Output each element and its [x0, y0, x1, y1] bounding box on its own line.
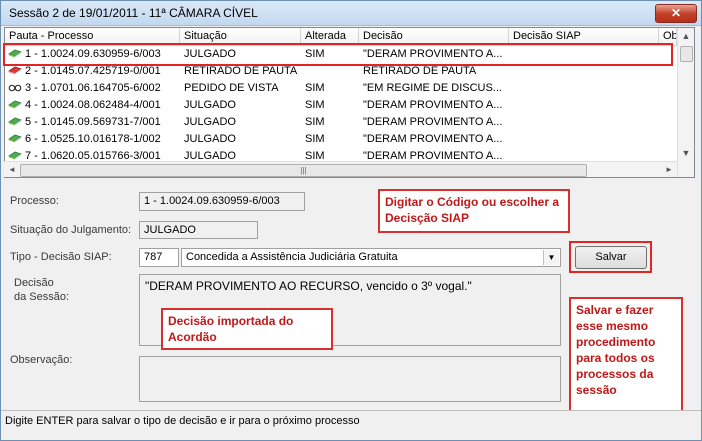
annotation-salvar: Salvar e fazer esse mesmo procedimento p…: [569, 297, 683, 417]
tipo-code-input[interactable]: 787: [139, 248, 179, 267]
close-button[interactable]: ✕: [655, 4, 697, 23]
table-row[interactable]: 6 - 1.0525.10.016178-1/002 JULGADO SIM "DER…: [5, 131, 677, 148]
table-row[interactable]: 5 - 1.0145.09.569731-7/001 JULGADO SIM "DER…: [5, 114, 677, 131]
tipo-decisao-value: Concedida a Assistência Judiciária Gratu…: [186, 251, 398, 263]
green-book-icon: [8, 149, 22, 160]
processo-text: 2 - 1.0145.07.425719-0/001: [25, 65, 161, 77]
green-book-icon: [8, 115, 22, 126]
cell-processo: 4 - 1.0024.08.062484-4/001: [5, 97, 180, 114]
cell-processo: 3 - 1.0701.06.164705-6/002: [5, 80, 180, 97]
cell-decisao: "DERAM PROVIMENTO A...: [363, 133, 503, 145]
cell-situacao: JULGADO: [184, 116, 236, 128]
cell-decisao: "DERAM PROVIMENTO A...: [363, 116, 503, 128]
observacao-memo[interactable]: [139, 356, 561, 402]
window-title: Sessão 2 de 19/01/2011 - 11ª CÂMARA CÍVE…: [9, 6, 258, 20]
table-row[interactable]: 3 - 1.0701.06.164705-6/002 PEDIDO DE VIST…: [5, 80, 677, 97]
cell-processo: 6 - 1.0525.10.016178-1/002: [5, 131, 180, 148]
processo-text: 4 - 1.0024.08.062484-4/001: [25, 99, 161, 111]
chevron-down-icon[interactable]: ▼: [543, 250, 559, 265]
tipo-decisao-select[interactable]: Concedida a Assistência Judiciária Gratu…: [181, 248, 561, 267]
annotation-codigo: Digitar o Código ou escolher a Decisção …: [378, 189, 570, 233]
cell-alterada: SIM: [305, 133, 325, 145]
cell-alterada: SIM: [305, 116, 325, 128]
title-bar: Sessão 2 de 19/01/2011 - 11ª CÂMARA CÍVE…: [1, 1, 701, 26]
table-row[interactable]: 4 - 1.0024.08.062484-4/001 JULGADO SIM "DER…: [5, 97, 677, 114]
cell-alterada: SIM: [305, 82, 325, 94]
cell-decisao: "EM REGIME DE DISCUS...: [363, 82, 502, 94]
glasses-icon: [8, 81, 22, 92]
cell-alterada: SIM: [305, 99, 325, 111]
salvar-highlight: [569, 241, 652, 273]
green-book-icon: [8, 132, 22, 143]
status-bar: Digite ENTER para salvar o tipo de decis…: [1, 410, 701, 430]
hscroll-thumb[interactable]: |||: [20, 164, 587, 177]
scroll-thumb[interactable]: [680, 46, 693, 62]
green-book-icon: [8, 98, 22, 109]
annotation-importada: Decisão importada do Acordão: [161, 308, 333, 350]
selected-row-highlight: [3, 43, 673, 66]
processo-text: 6 - 1.0525.10.016178-1/002: [25, 133, 161, 145]
tipo-decisao-label: Tipo - Decisão SIAP:: [10, 251, 112, 263]
cell-decisao: "DERAM PROVIMENTO A...: [363, 99, 503, 111]
vertical-scrollbar[interactable]: ▲ ▼: [677, 28, 694, 177]
situacao-field: JULGADO: [139, 221, 258, 239]
processo-label: Processo:: [10, 195, 59, 207]
scroll-up-icon[interactable]: ▲: [678, 28, 694, 44]
cell-processo: 5 - 1.0145.09.569731-7/001: [5, 114, 180, 131]
scroll-left-icon[interactable]: ◄: [4, 162, 20, 178]
horizontal-scrollbar[interactable]: ◄ ||| ►: [4, 161, 677, 177]
session-window: Sessão 2 de 19/01/2011 - 11ª CÂMARA CÍVE…: [0, 0, 702, 441]
scroll-right-icon[interactable]: ►: [661, 162, 677, 178]
situacao-label: Situação do Julgamento:: [10, 224, 132, 236]
processo-text: 3 - 1.0701.06.164705-6/002: [25, 82, 161, 94]
cell-situacao: PEDIDO DE VISTA: [184, 82, 279, 94]
decisao-label-2: da Sessão:: [14, 291, 70, 303]
processo-text: 5 - 1.0145.09.569731-7/001: [25, 116, 161, 128]
processo-field: 1 - 1.0024.09.630959-6/003: [139, 192, 305, 211]
cell-situacao: JULGADO: [184, 133, 236, 145]
cell-situacao: JULGADO: [184, 99, 236, 111]
observacao-label: Observação:: [10, 354, 73, 366]
decisao-label-1: Decisão: [14, 277, 54, 289]
scroll-down-icon[interactable]: ▼: [678, 145, 694, 161]
